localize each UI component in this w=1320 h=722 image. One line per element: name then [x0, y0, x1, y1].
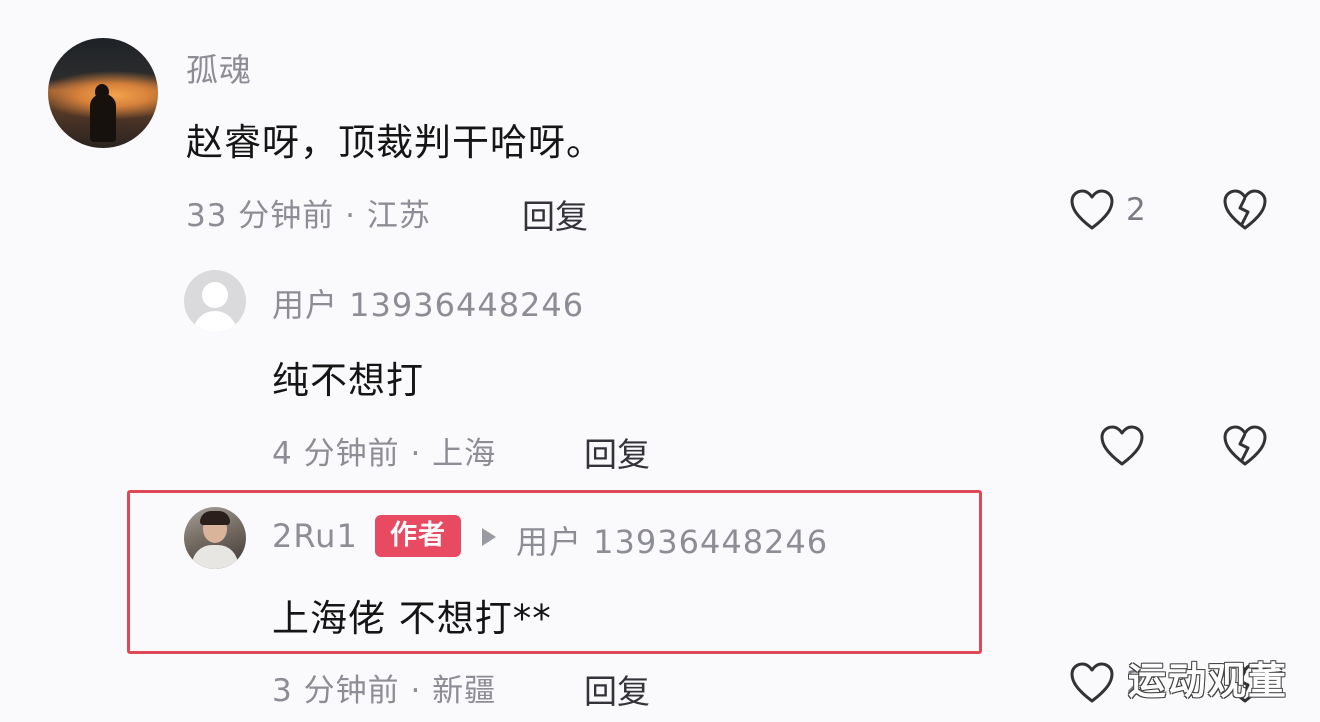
comment-text: 赵睿呀，顶裁判干哈呀。 — [186, 121, 604, 164]
default-avatar-icon[interactable] — [184, 270, 246, 332]
comment-username[interactable]: 2Ru1 — [272, 517, 358, 555]
play-triangle-icon — [482, 528, 496, 546]
heart-outline-icon[interactable] — [1099, 424, 1145, 468]
meta-separator: · — [345, 198, 357, 234]
comment-location: 江苏 — [366, 198, 431, 234]
comment-meta: 3 分钟前 · 新疆 — [272, 665, 496, 710]
user-avatar-2ru1[interactable] — [184, 507, 246, 569]
reply-to-username[interactable]: 用户 13936448246 — [516, 517, 828, 563]
like-count: 2 — [1126, 192, 1146, 228]
comment-time: 33 分钟前 — [186, 198, 335, 234]
reply-button[interactable]: 回复 — [522, 190, 588, 238]
reply-button[interactable]: 回复 — [584, 665, 650, 713]
heart-outline-icon[interactable] — [1069, 188, 1115, 232]
comment-time: 3 分钟前 — [272, 673, 400, 709]
broken-heart-icon[interactable] — [1222, 188, 1268, 232]
comment-meta: 33 分钟前 · 江苏 — [186, 190, 431, 235]
comment-location: 新疆 — [432, 673, 497, 709]
comment-username[interactable]: 用户 13936448246 — [272, 280, 584, 326]
meta-separator: · — [410, 673, 422, 709]
comment-meta: 4 分钟前 · 上海 — [272, 428, 496, 473]
comment-username[interactable]: 孤魂 — [186, 45, 252, 91]
heart-outline-icon[interactable] — [1069, 661, 1115, 705]
comment-location: 上海 — [432, 436, 497, 472]
comment-text: 纯不想打 — [272, 359, 424, 402]
highlight-box — [127, 490, 982, 654]
comment-text: 上海佬 不想打** — [272, 597, 552, 640]
watermark: 运动观董 — [1128, 659, 1289, 703]
meta-separator: · — [410, 436, 422, 472]
broken-heart-icon[interactable] — [1222, 424, 1268, 468]
comment-time: 4 分钟前 — [272, 436, 400, 472]
reply-button[interactable]: 回复 — [584, 428, 650, 476]
author-badge: 作者 — [375, 515, 461, 557]
user-avatar-guhun[interactable] — [48, 38, 158, 148]
